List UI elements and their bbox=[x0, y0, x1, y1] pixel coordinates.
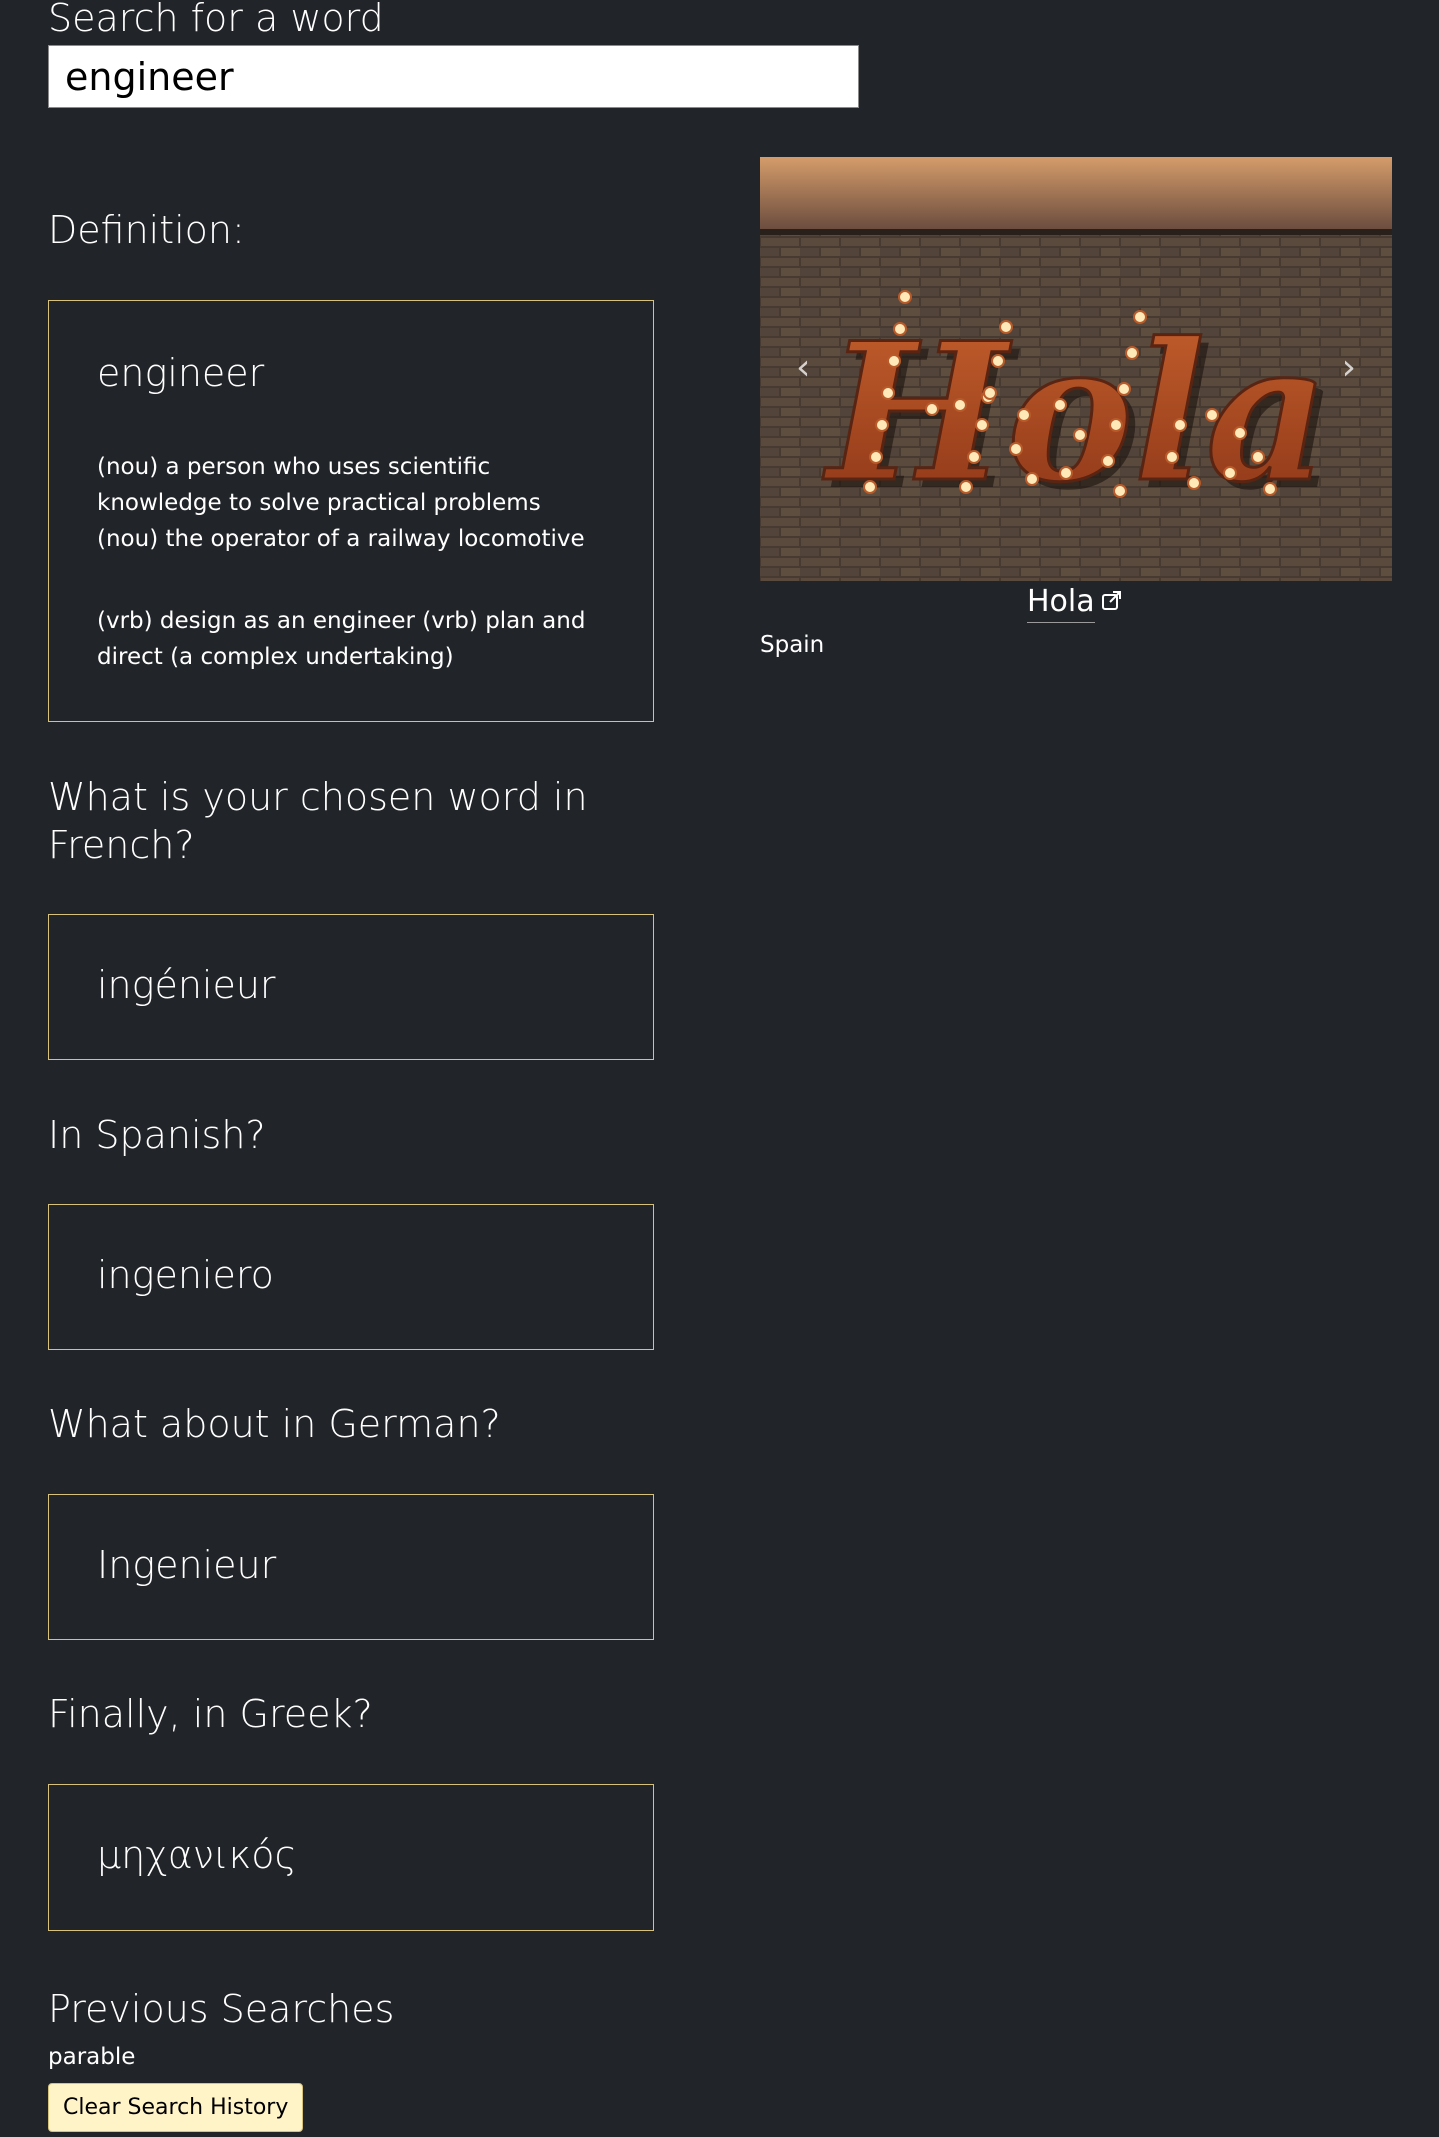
german-card: Ingenieur bbox=[48, 1494, 654, 1640]
ceiling-strip bbox=[760, 157, 1392, 229]
image-carousel: Hola Hola ‹ › bbox=[760, 157, 1392, 581]
german-word: Ingenieur bbox=[97, 1543, 277, 1587]
spanish-card: ingeniero bbox=[48, 1204, 654, 1350]
definition-heading: Definition: bbox=[48, 208, 245, 252]
french-question: What is your chosen word in French? bbox=[48, 775, 588, 867]
spanish-question: In Spanish? bbox=[48, 1113, 266, 1157]
definition-word: engineer bbox=[97, 351, 265, 395]
greek-word: μηχανικός bbox=[97, 1833, 297, 1877]
clear-history-button[interactable]: Clear Search History bbox=[48, 2083, 304, 2132]
definition-verb: (vrb) design as an engineer (vrb) plan a… bbox=[97, 608, 586, 670]
previous-searches-heading: Previous Searches bbox=[48, 1987, 395, 2031]
german-question: What about in German? bbox=[48, 1402, 501, 1446]
french-card: ingénieur bbox=[48, 914, 654, 1060]
image-country: Spain bbox=[760, 632, 825, 658]
french-word: ingénieur bbox=[97, 963, 276, 1007]
greek-question: Finally, in Greek? bbox=[48, 1692, 373, 1736]
greek-card: μηχανικός bbox=[48, 1784, 654, 1931]
definition-noun: (nou) a person who uses scientific knowl… bbox=[97, 454, 585, 552]
search-input[interactable] bbox=[48, 45, 859, 108]
external-link-icon[interactable] bbox=[1100, 588, 1124, 612]
chevron-left-icon[interactable]: ‹ bbox=[796, 347, 810, 388]
chevron-right-icon[interactable]: › bbox=[1342, 347, 1356, 388]
definition-card: engineer (nou) a person who uses scienti… bbox=[48, 300, 654, 722]
previous-search-item: parable bbox=[48, 2044, 136, 2070]
search-label: Search for a word bbox=[48, 0, 384, 40]
image-caption-link[interactable]: Hola bbox=[1027, 582, 1095, 623]
spanish-word: ingeniero bbox=[97, 1253, 274, 1297]
hola-sign-image: Hola Hola bbox=[760, 157, 1392, 581]
